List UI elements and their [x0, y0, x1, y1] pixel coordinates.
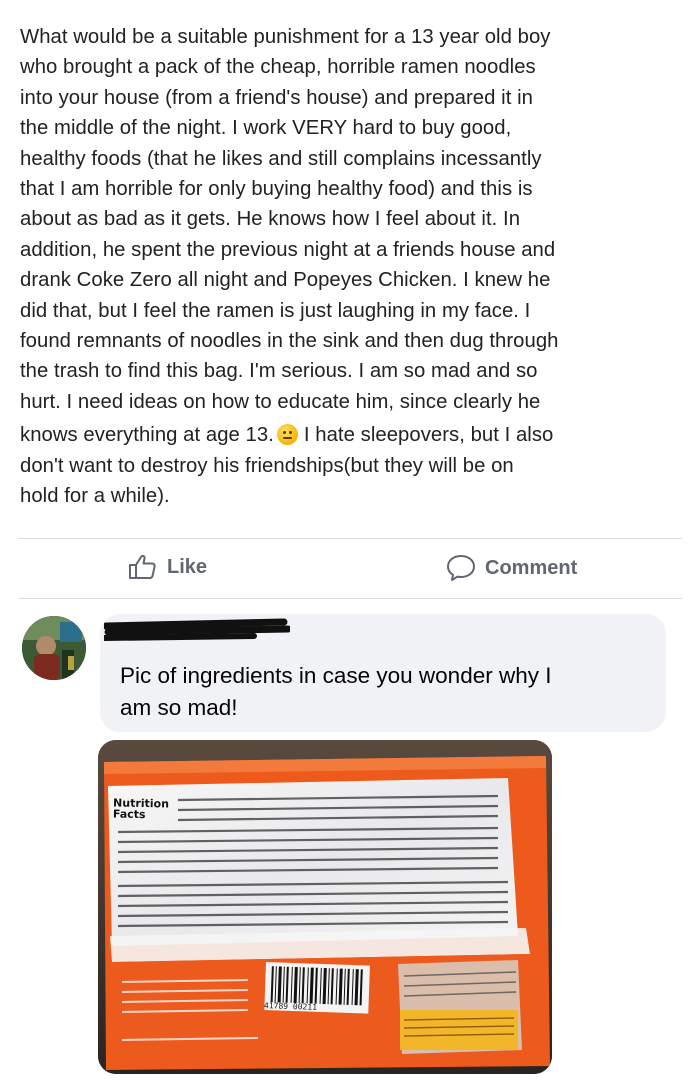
post-line: addition, he spent the previous night at…: [20, 238, 556, 261]
comment-line: am so mad!: [120, 695, 238, 720]
thumbs-up-icon: [129, 554, 156, 579]
post-line: hold for a while).: [20, 485, 170, 508]
redacted-name-scribble: [104, 618, 290, 641]
avatar[interactable]: [22, 616, 86, 680]
post-line-with-emoji: knows everything at age 13. I hate sleepo…: [20, 420, 688, 450]
post-line: drank Coke Zero all night and Popeyes Ch…: [20, 269, 551, 292]
post-line: the middle of the night. I work VERY har…: [20, 117, 512, 140]
comment-line: Pic of ingredients in case you wonder wh…: [120, 663, 552, 688]
comment-button[interactable]: Comment: [446, 554, 577, 582]
like-label: Like: [167, 555, 208, 578]
post-line: the trash to find this bag. I'm serious.…: [20, 360, 538, 383]
speech-bubble-icon: [447, 555, 475, 581]
post-line: into your house (from a friend's house) …: [20, 86, 533, 109]
post-body: What would be a suitable punishment for …: [20, 22, 688, 512]
post-line: don't want to destroy his friendships(bu…: [20, 454, 514, 477]
avatar-photo: [22, 616, 86, 680]
divider: [18, 598, 682, 599]
barcode-number: 41789 00211: [263, 1001, 318, 1012]
post-line: What would be a suitable punishment for …: [20, 26, 551, 48]
ramen-package-image: [98, 740, 552, 1074]
post-line: that I am horrible for only buying healt…: [20, 178, 533, 201]
annoyed-face-emoji-icon: [276, 424, 298, 446]
nutrition-facts-label: Nutrition Facts: [113, 797, 169, 822]
comment-text: Pic of ingredients in case you wonder wh…: [120, 660, 660, 724]
post-line-segment: I hate sleepovers, but I also: [303, 424, 554, 447]
divider: [18, 538, 682, 539]
post-line: about as bad as it gets. He knows how I …: [20, 208, 521, 231]
post-line: found remnants of noodles in the sink an…: [20, 330, 559, 353]
post-actions-bar: Like Comment: [0, 548, 700, 588]
post-line-segment: knows everything at age 13.: [20, 424, 274, 447]
post-line: who brought a pack of the cheap, horribl…: [20, 56, 536, 79]
post-line: healthy foods (that he likes and still c…: [20, 147, 542, 170]
ramen-package-photo[interactable]: [98, 740, 552, 1074]
post-line: hurt. I need ideas on how to educate him…: [20, 390, 541, 413]
comment-label: Comment: [485, 556, 578, 579]
like-button[interactable]: Like: [128, 554, 207, 580]
post-line: did that, but I feel the ramen is just l…: [20, 299, 531, 322]
